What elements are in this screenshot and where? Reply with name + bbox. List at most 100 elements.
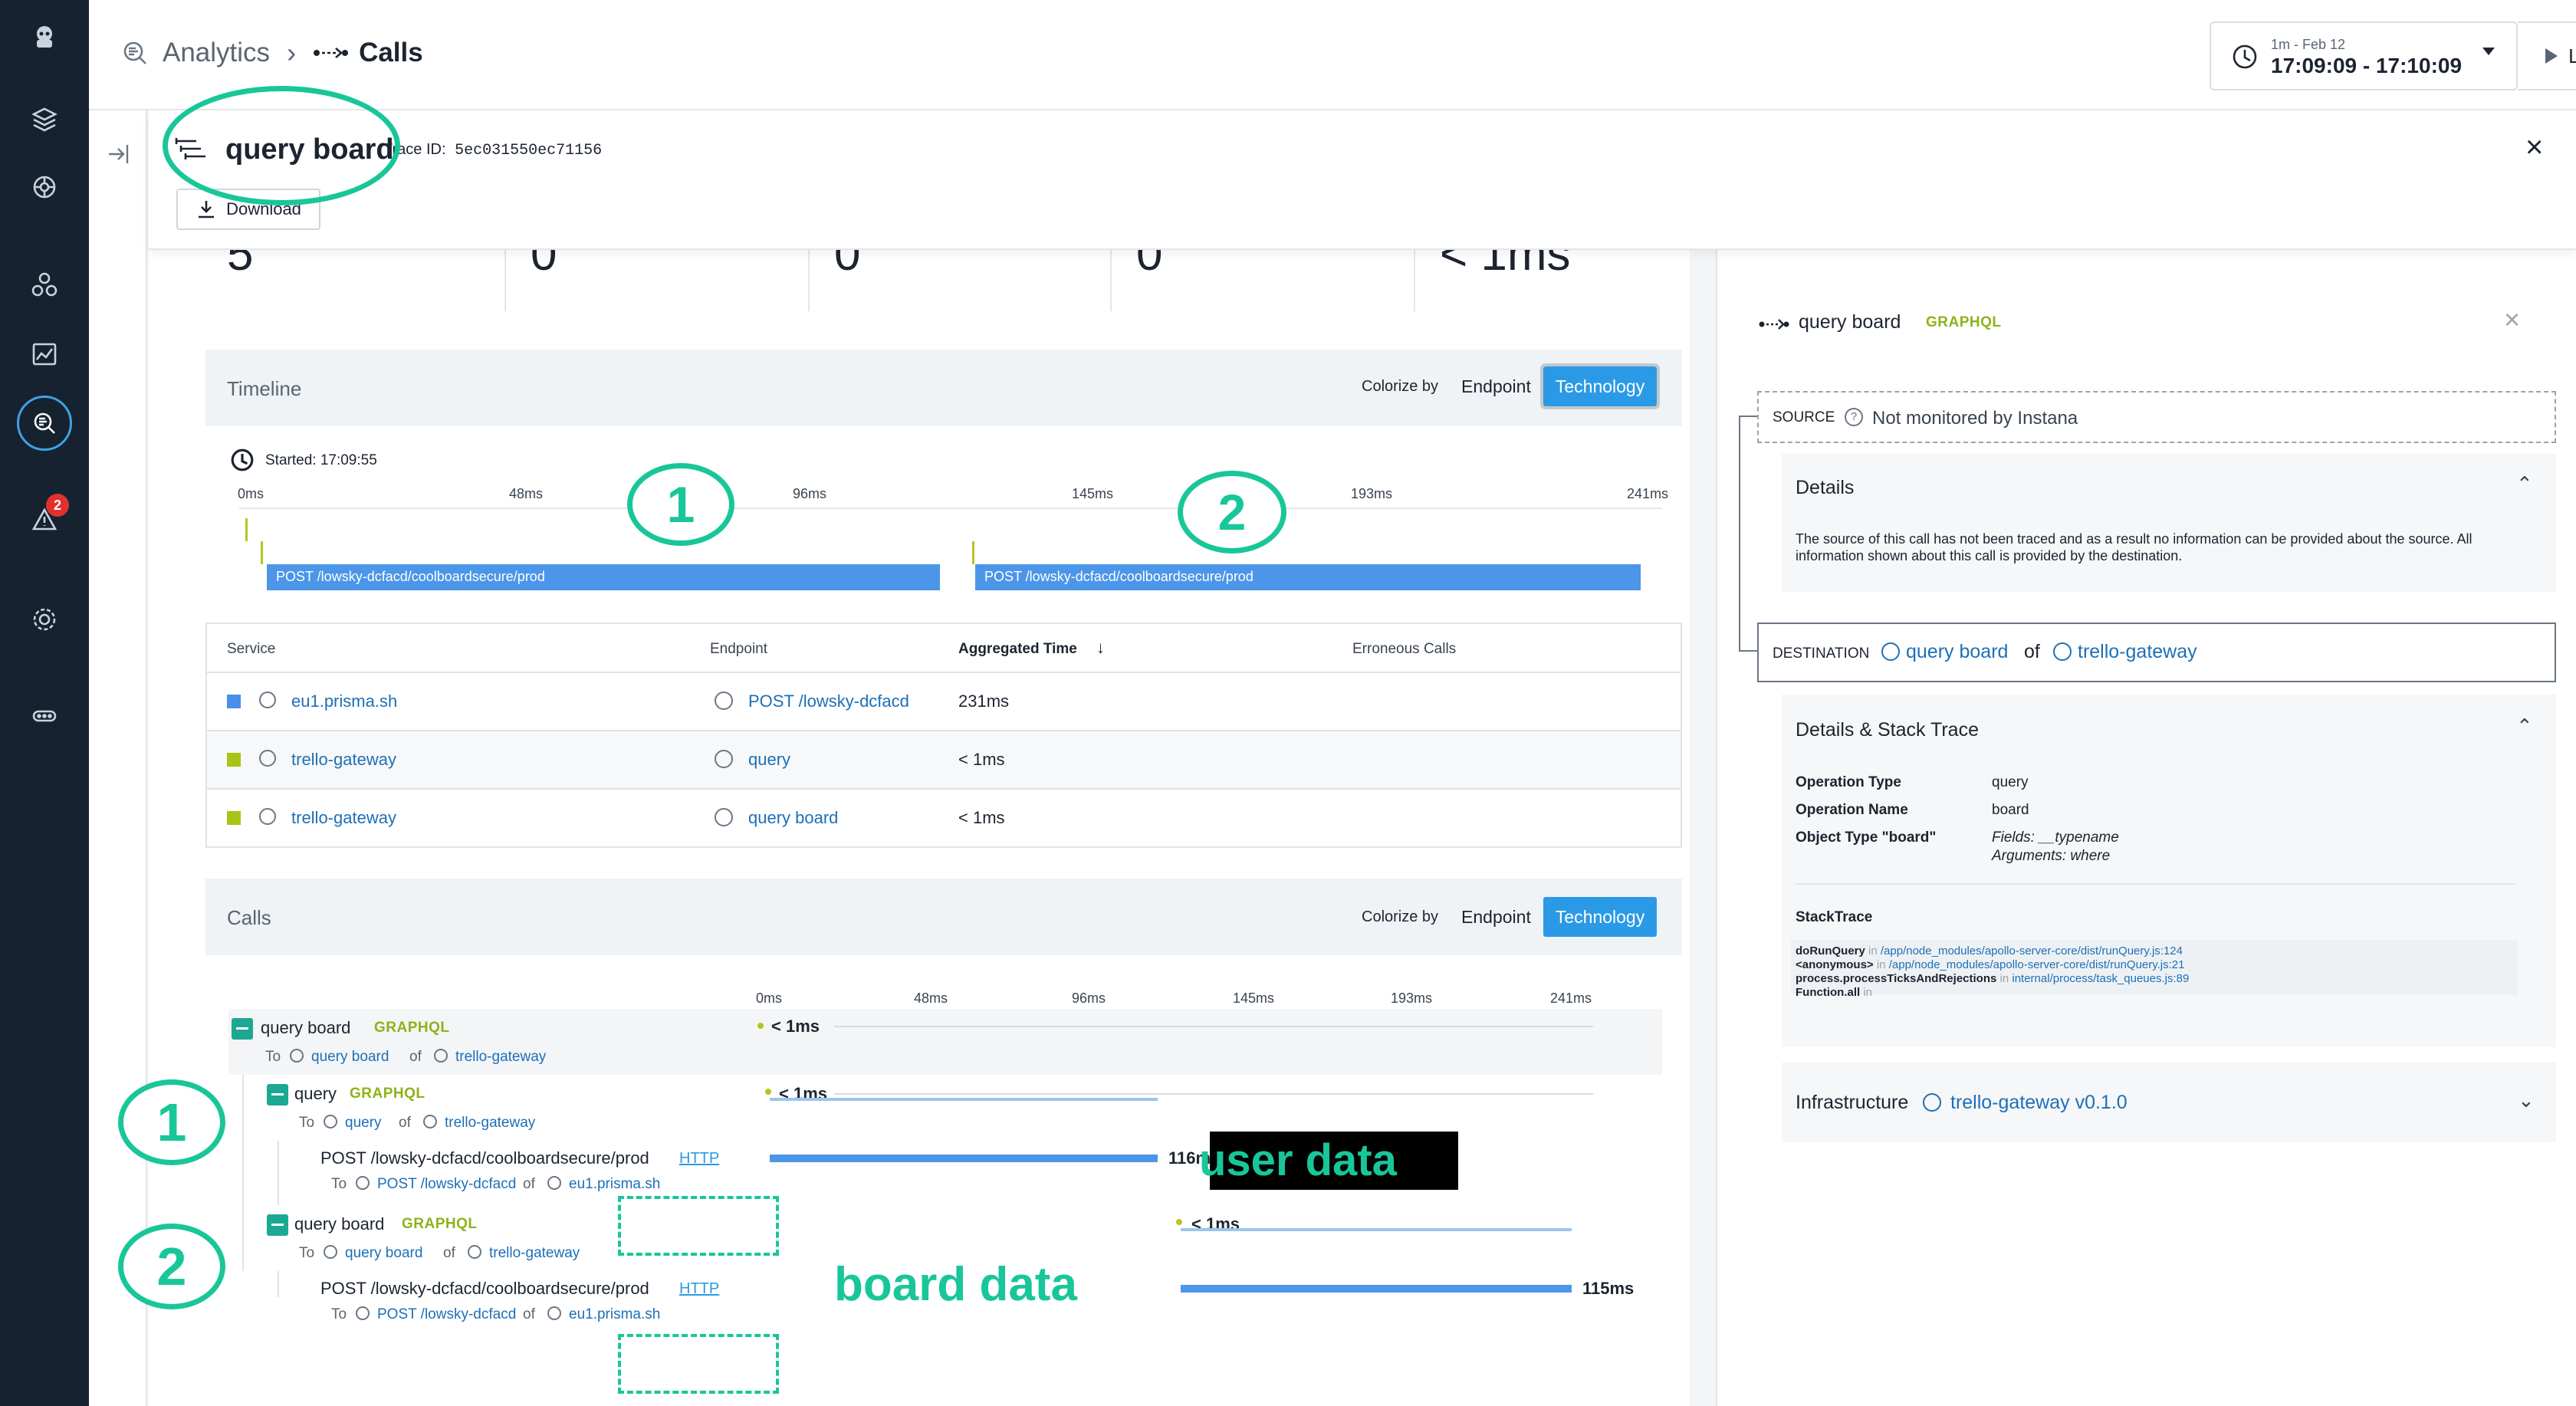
collapse-toggle-icon[interactable]	[232, 1018, 253, 1040]
analytics-icon[interactable]	[17, 396, 72, 451]
call-bar-light	[770, 1098, 1158, 1101]
destination-service[interactable]: trello-gateway	[2078, 641, 2197, 663]
col-endpoint[interactable]: Endpoint	[710, 641, 767, 658]
call-name: query board	[261, 1018, 351, 1037]
table-row[interactable]: trello-gateway query < 1ms	[207, 731, 1681, 790]
timeline-tick: 145ms	[1072, 486, 1114, 501]
endpoint-icon	[356, 1176, 370, 1190]
colorize-technology-button[interactable]: Technology	[1543, 897, 1658, 937]
call-to-service[interactable]: eu1.prisma.sh	[569, 1306, 660, 1323]
board-data-label: board data	[834, 1258, 1077, 1311]
call-to-endpoint[interactable]: POST /lowsky-dcfacd	[377, 1306, 516, 1323]
call-to-endpoint[interactable]: query board	[345, 1245, 422, 1262]
col-erroneous-calls[interactable]: Erroneous Calls	[1352, 641, 1456, 658]
call-to-endpoint[interactable]: query	[345, 1115, 382, 1132]
endpoint-icon	[290, 1049, 304, 1063]
call-to-service[interactable]: trello-gateway	[445, 1115, 535, 1132]
row-endpoint-link[interactable]: query	[748, 750, 790, 770]
dashboard-icon[interactable]	[28, 337, 61, 371]
row-service-link[interactable]: eu1.prisma.sh	[291, 692, 397, 711]
top-bar: Analytics › Calls 1m - Feb 12 17:09:09 -…	[89, 0, 2576, 110]
chevron-up-icon[interactable]: ⌃	[2516, 714, 2533, 738]
stack-path[interactable]: internal/process/task_queues.js:89	[2012, 972, 2189, 985]
stack-in: in	[1863, 986, 1873, 999]
row-endpoint-link[interactable]: POST /lowsky-dcfacd	[748, 692, 909, 711]
tree-line	[242, 1075, 244, 1141]
collapse-toggle-icon[interactable]	[267, 1084, 288, 1105]
field-key: Operation Type	[1796, 774, 1901, 790]
call-marker	[765, 1089, 771, 1095]
more-icon[interactable]	[28, 699, 61, 733]
call-bar[interactable]	[1181, 1285, 1572, 1293]
col-aggregated-time[interactable]: Aggregated Time	[958, 641, 1077, 658]
collapse-toggle-icon[interactable]	[267, 1214, 288, 1236]
calls-tick: 96ms	[1072, 990, 1106, 1006]
stack-path[interactable]: /app/node_modules/apollo-server-core/dis…	[1881, 944, 2183, 958]
colorize-endpoint-button[interactable]: Endpoint	[1449, 897, 1543, 937]
close-icon[interactable]: ×	[2525, 130, 2543, 165]
table-row[interactable]: eu1.prisma.sh POST /lowsky-dcfacd 231ms	[207, 673, 1681, 731]
call-track	[834, 1026, 1593, 1027]
breadcrumb-analytics[interactable]: Analytics	[163, 38, 270, 68]
destination-endpoint[interactable]: query board	[1906, 641, 2008, 663]
clock-icon	[231, 448, 254, 471]
row-endpoint-link[interactable]: query board	[748, 808, 838, 828]
call-tag-http: HTTP	[679, 1150, 720, 1167]
endpoint-icon	[715, 692, 733, 710]
call-row[interactable]: query board GRAPHQL To query board of tr…	[228, 1009, 1662, 1075]
destination-label: DESTINATION	[1773, 646, 1870, 662]
annotation-number: 1	[156, 1092, 187, 1152]
details-title[interactable]: Details	[1796, 477, 1854, 499]
layers-icon[interactable]	[28, 103, 61, 136]
close-icon[interactable]: ×	[2504, 304, 2520, 336]
colorize-endpoint-button[interactable]: Endpoint	[1449, 366, 1543, 406]
timeline-tick: 0ms	[238, 486, 264, 501]
tree-line	[242, 1141, 244, 1205]
collapse-strip	[89, 110, 147, 1406]
timeline-bar-2[interactable]: POST /lowsky-dcfacd/coolboardsecure/prod	[975, 564, 1641, 590]
call-bar[interactable]	[770, 1155, 1158, 1162]
time-range-label: 1m - Feb 12	[2271, 37, 2346, 52]
applications-icon[interactable]	[28, 268, 61, 302]
kubernetes-icon[interactable]	[28, 170, 61, 204]
stack-path[interactable]: /app/node_modules/apollo-server-core/dis…	[1889, 958, 2185, 971]
stack-fn: process.processTicksAndRejections	[1796, 972, 1997, 985]
tree-line	[278, 1141, 279, 1205]
instana-logo-icon[interactable]	[28, 20, 61, 54]
row-time: < 1ms	[958, 808, 1005, 827]
call-name: query	[294, 1084, 337, 1103]
settings-icon[interactable]	[28, 603, 61, 636]
chevron-up-icon[interactable]: ⌃	[2516, 472, 2533, 496]
call-to-service[interactable]: trello-gateway	[489, 1245, 580, 1262]
annotation-title-ellipse	[163, 86, 400, 205]
endpoint-icon	[324, 1115, 337, 1128]
stack-fn: <anonymous>	[1796, 958, 1874, 971]
infrastructure-section[interactable]: Infrastructure trello-gateway v0.1.0 ⌄	[1782, 1063, 2556, 1142]
call-to-endpoint[interactable]: POST /lowsky-dcfacd	[377, 1176, 516, 1193]
live-button[interactable]: Live	[2518, 21, 2576, 90]
stack-fn: doRunQuery	[1796, 944, 1865, 958]
expand-panel-icon[interactable]	[106, 141, 132, 167]
calls-header: Calls Colorize by Endpoint Technology	[205, 879, 1682, 955]
call-to-endpoint[interactable]: query board	[311, 1049, 389, 1066]
colorize-technology-button[interactable]: Technology	[1539, 363, 1661, 409]
infra-value[interactable]: trello-gateway v0.1.0	[1950, 1092, 2128, 1114]
call-marker	[1176, 1219, 1182, 1225]
stack-frame: doRunQuery in /app/node_modules/apollo-s…	[1796, 944, 2513, 958]
timeline-bar-1[interactable]: POST /lowsky-dcfacd/coolboardsecure/prod	[267, 564, 940, 590]
chevron-down-icon[interactable]: ⌄	[2518, 1089, 2535, 1112]
time-range-picker[interactable]: 1m - Feb 12 17:09:09 - 17:10:09	[2210, 21, 2518, 90]
row-service-link[interactable]: trello-gateway	[291, 750, 396, 770]
user-data-label: user data	[1199, 1132, 1458, 1190]
database-icon	[259, 808, 276, 825]
annotation-text: user data	[1199, 1135, 1397, 1185]
call-name: POST /lowsky-dcfacd/coolboardsecure/prod	[320, 1148, 649, 1168]
call-to-service[interactable]: eu1.prisma.sh	[569, 1176, 660, 1193]
field-value: query	[1992, 774, 2029, 790]
breadcrumb-calls: Calls	[359, 38, 423, 67]
col-service[interactable]: Service	[227, 641, 275, 658]
row-service-link[interactable]: trello-gateway	[291, 808, 396, 828]
call-to-service[interactable]: trello-gateway	[455, 1049, 546, 1066]
stack-title[interactable]: Details & Stack Trace	[1796, 719, 1979, 741]
table-row[interactable]: trello-gateway query board < 1ms	[207, 790, 1681, 848]
